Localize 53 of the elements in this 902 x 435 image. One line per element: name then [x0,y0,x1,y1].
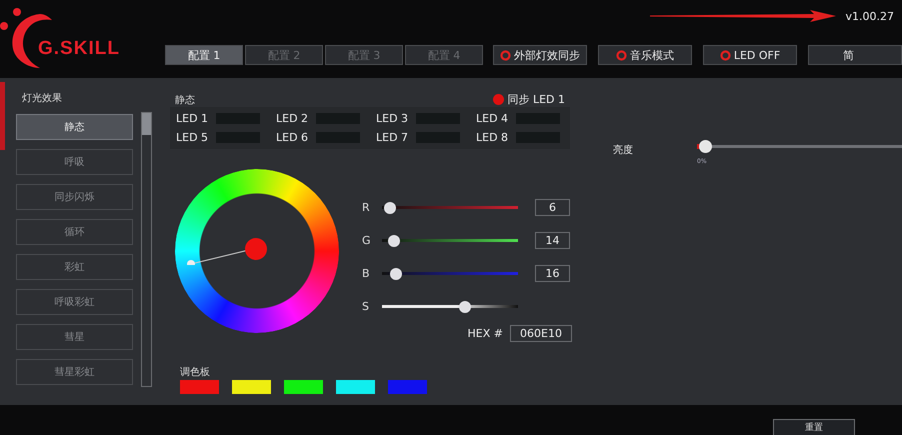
version-label: v1.00.27 [846,10,894,22]
slider-thumb[interactable] [384,202,396,214]
channel-label: S [362,300,370,313]
brightness-label: 亮度 [613,144,634,158]
hex-field[interactable]: 060E10 [510,325,572,342]
header-button[interactable]: 简 [808,45,902,65]
slider-thumb[interactable] [388,234,400,246]
led-label: LED 6 [276,131,310,144]
effect-item[interactable]: 呼吸彩虹 [16,289,133,315]
effect-item[interactable]: 彗星 [16,324,133,350]
sync-label: 同步 LED 1 [507,92,565,107]
effect-item[interactable]: 彗星彩虹 [16,359,133,385]
scrollbar[interactable] [141,112,152,387]
reset-button[interactable]: 重置 [773,419,855,435]
channel-label: G [362,234,372,247]
color-swatch[interactable] [284,380,323,394]
panel-title: 静态 [175,94,195,106]
channel-value[interactable]: 14 [535,232,570,249]
sync-indicator[interactable] [493,94,504,105]
effect-item[interactable]: 呼吸 [16,149,133,175]
header-button[interactable]: LED OFF [703,45,797,65]
color-picker-marker-icon[interactable] [187,237,269,265]
led-label: LED 2 [276,112,310,125]
channel-value[interactable]: 6 [535,199,570,216]
channel-value[interactable]: 16 [535,265,570,282]
brand-logo: G.SKILL [38,38,120,60]
channel-label: B [362,267,371,280]
header-button[interactable]: 音乐模式 [598,45,692,65]
header-button[interactable]: 外部灯效同步 [493,45,587,65]
arrow-icon [650,10,836,22]
effect-item[interactable]: 静态 [16,114,133,140]
effect-item[interactable]: 同步闪烁 [16,184,133,210]
effect-item[interactable]: 循环 [16,219,133,245]
color-swatch[interactable] [180,380,219,394]
channel-label: R [362,201,371,214]
led-label: LED 4 [476,112,510,125]
led-label: LED 8 [476,131,510,144]
led-label: LED 5 [176,131,210,144]
section-title: 灯光效果 [22,92,63,105]
led-label: LED 1 [176,112,210,125]
led-label: LED 3 [376,112,410,125]
led-label: LED 7 [376,131,410,144]
hex-label: HEX # [468,327,503,340]
slider-thumb[interactable] [699,140,712,153]
color-swatch[interactable] [388,380,427,394]
slider-thumb[interactable] [390,268,402,280]
palette-title: 调色板 [180,366,211,379]
effect-item[interactable]: 彩虹 [16,254,133,280]
profile-tab[interactable]: 配置 1 [165,45,243,65]
accent-bar [0,82,5,150]
slider-thumb[interactable] [458,300,471,312]
color-swatch[interactable] [232,380,271,394]
color-swatch[interactable] [336,380,375,394]
